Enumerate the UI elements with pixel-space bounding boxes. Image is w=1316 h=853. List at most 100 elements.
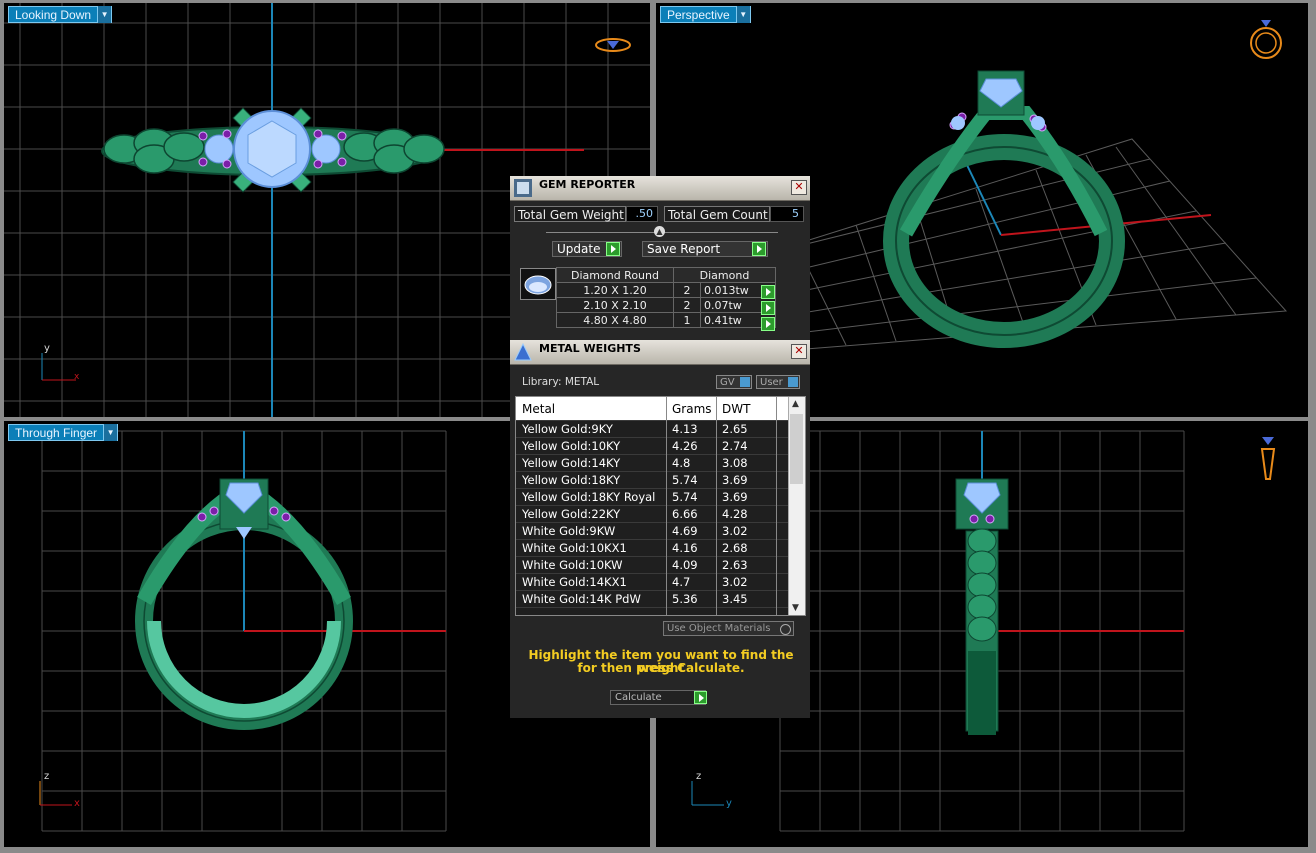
table-row[interactable]: 4.80 X 4.80 1 0.41tw bbox=[556, 312, 776, 328]
scroll-up-icon[interactable]: ▲ bbox=[792, 399, 799, 409]
table-row[interactable]: 1.20 X 1.20 2 0.013tw bbox=[556, 282, 776, 298]
table-row[interactable]: Yellow Gold:14KY 4.8 3.08 bbox=[516, 454, 788, 471]
viewport-label-perspective[interactable]: Perspective ▼ bbox=[660, 6, 751, 23]
gem-row-play-icon[interactable] bbox=[761, 317, 775, 331]
axis-label-z: z bbox=[44, 771, 50, 782]
metal-grams: 4.16 bbox=[672, 541, 698, 555]
chevron-down-icon[interactable]: ▼ bbox=[735, 6, 750, 23]
gv-toggle-label: GV bbox=[720, 377, 735, 388]
table-row[interactable]: White Gold:9KW 4.69 3.02 bbox=[516, 522, 788, 539]
metal-weights-panel: METAL WEIGHTS ✕ Library: METAL GV User M… bbox=[510, 340, 810, 718]
viewport-label-looking-down[interactable]: Looking Down ▼ bbox=[8, 6, 113, 23]
calculate-play-icon[interactable] bbox=[694, 691, 707, 704]
metal-name: Yellow Gold:9KY bbox=[522, 422, 613, 436]
gem-count: 1 bbox=[673, 312, 701, 328]
table-row[interactable]: Yellow Gold:18KY 5.74 3.69 bbox=[516, 471, 788, 488]
calculate-button[interactable]: Calculate bbox=[610, 690, 706, 705]
total-gem-weight-value: .50 bbox=[626, 206, 658, 222]
gem-row-play-icon[interactable] bbox=[761, 301, 775, 315]
gem-shape-thumbnail[interactable] bbox=[520, 268, 556, 300]
metal-dwt: 3.69 bbox=[722, 473, 748, 487]
gem-reporter-title: GEM REPORTER bbox=[539, 178, 636, 191]
update-button-label: Update bbox=[557, 242, 601, 256]
axis-label-y: y bbox=[726, 798, 732, 809]
ring-perspective-view bbox=[883, 70, 1125, 348]
metal-weights-title: METAL WEIGHTS bbox=[539, 342, 641, 355]
chevron-down-icon[interactable]: ▼ bbox=[103, 424, 118, 441]
gem-size: 1.20 X 1.20 bbox=[556, 282, 674, 298]
ring-top-view bbox=[101, 107, 445, 193]
table-row[interactable]: 2.10 X 2.10 2 0.07tw bbox=[556, 297, 776, 313]
instruction-text-line2: for then press Calculate. bbox=[577, 661, 745, 675]
gem-count: 2 bbox=[673, 282, 701, 298]
table-row[interactable]: Yellow Gold:10KY 4.26 2.74 bbox=[516, 437, 788, 454]
use-object-materials-label: Use Object Materials bbox=[667, 623, 771, 634]
total-gem-weight-label: Total Gem Weight bbox=[514, 206, 626, 222]
metal-dwt: 2.65 bbox=[722, 422, 748, 436]
table-row[interactable]: Yellow Gold:18KY Royal 5.74 3.69 bbox=[516, 488, 788, 505]
axis-label-z: z bbox=[696, 771, 702, 782]
close-icon[interactable]: ✕ bbox=[791, 180, 807, 195]
column-header-grams[interactable]: Grams bbox=[672, 402, 712, 416]
gem-reporter-icon bbox=[514, 179, 532, 197]
gem-count: 2 bbox=[673, 297, 701, 313]
user-toggle[interactable]: User bbox=[756, 375, 800, 389]
save-report-button[interactable]: Save Report bbox=[642, 241, 768, 257]
viewport-label-text: Looking Down bbox=[15, 8, 92, 22]
table-row[interactable]: White Gold:10KW 4.09 2.63 bbox=[516, 556, 788, 573]
table-row[interactable]: White Gold:14KX1 4.7 3.02 bbox=[516, 573, 788, 590]
gem-row-play-icon[interactable] bbox=[761, 285, 775, 299]
metal-name: Yellow Gold:10KY bbox=[522, 439, 621, 453]
viewport-label-through-finger[interactable]: Through Finger ▼ bbox=[8, 424, 119, 441]
table-row[interactable]: White Gold:14K PdW 5.36 3.45 bbox=[516, 590, 788, 607]
save-report-play-icon[interactable] bbox=[752, 242, 766, 256]
column-header-metal[interactable]: Metal bbox=[522, 402, 555, 416]
ring-perspective-orientation-icon bbox=[1250, 20, 1282, 59]
scroll-down-icon[interactable]: ▼ bbox=[792, 603, 799, 613]
metal-grams: 5.74 bbox=[672, 490, 698, 504]
gv-toggle[interactable]: GV bbox=[716, 375, 752, 389]
update-play-icon[interactable] bbox=[606, 242, 620, 256]
gem-size: 4.80 X 4.80 bbox=[556, 312, 674, 328]
column-header-dwt[interactable]: DWT bbox=[722, 402, 750, 416]
metal-dwt: 3.02 bbox=[722, 524, 748, 538]
scrollbar-thumb[interactable] bbox=[790, 414, 803, 484]
metal-grams: 5.74 bbox=[672, 473, 698, 487]
axis-label-y: y bbox=[44, 343, 50, 354]
gem-table-header-type: Diamond bbox=[673, 267, 776, 283]
column-divider bbox=[716, 397, 717, 615]
viewport-label-text: Perspective bbox=[667, 8, 730, 22]
metal-list-header: Metal Grams DWT bbox=[516, 397, 788, 420]
gem-table-header-shape: Diamond Round bbox=[556, 267, 674, 283]
metal-weights-icon bbox=[514, 342, 532, 361]
close-icon[interactable]: ✕ bbox=[791, 344, 807, 359]
chevron-down-icon[interactable]: ▼ bbox=[97, 6, 112, 23]
table-row[interactable] bbox=[516, 607, 788, 615]
metal-grams: 4.26 bbox=[672, 439, 698, 453]
collapse-toggle-icon[interactable]: ▲ bbox=[654, 226, 665, 237]
table-row[interactable]: White Gold:10KX1 4.16 2.68 bbox=[516, 539, 788, 556]
total-gem-count-label: Total Gem Count bbox=[664, 206, 770, 222]
user-toggle-label: User bbox=[760, 377, 783, 388]
metal-name: Yellow Gold:14KY bbox=[522, 456, 621, 470]
use-object-materials-toggle[interactable]: Use Object Materials bbox=[663, 621, 794, 636]
metal-grams: 4.69 bbox=[672, 524, 698, 538]
metal-grams: 5.36 bbox=[672, 592, 698, 606]
table-row[interactable]: Yellow Gold:9KY 4.13 2.65 bbox=[516, 420, 788, 437]
metal-dwt: 3.45 bbox=[722, 592, 748, 606]
column-divider bbox=[666, 397, 667, 615]
metal-dwt: 3.02 bbox=[722, 575, 748, 589]
calculate-button-label: Calculate bbox=[615, 692, 662, 703]
metal-list[interactable]: Metal Grams DWT Yellow Gold:9KY 4.13 2.65 … bbox=[515, 396, 806, 616]
toggle-switch-icon bbox=[788, 377, 798, 387]
axis-label-x: x bbox=[74, 798, 80, 809]
table-row[interactable]: Yellow Gold:22KY 6.66 4.28 bbox=[516, 505, 788, 522]
metal-name: Yellow Gold:22KY bbox=[522, 507, 621, 521]
metal-weights-titlebar[interactable]: METAL WEIGHTS ✕ bbox=[510, 340, 810, 365]
library-label: Library: METAL bbox=[522, 376, 600, 388]
metal-grams: 4.13 bbox=[672, 422, 698, 436]
metal-name: Yellow Gold:18KY bbox=[522, 473, 621, 487]
metal-list-scrollbar[interactable]: ▲ ▼ bbox=[788, 397, 805, 615]
save-report-button-label: Save Report bbox=[647, 242, 721, 256]
gem-reporter-titlebar[interactable]: GEM REPORTER ✕ bbox=[510, 176, 810, 201]
